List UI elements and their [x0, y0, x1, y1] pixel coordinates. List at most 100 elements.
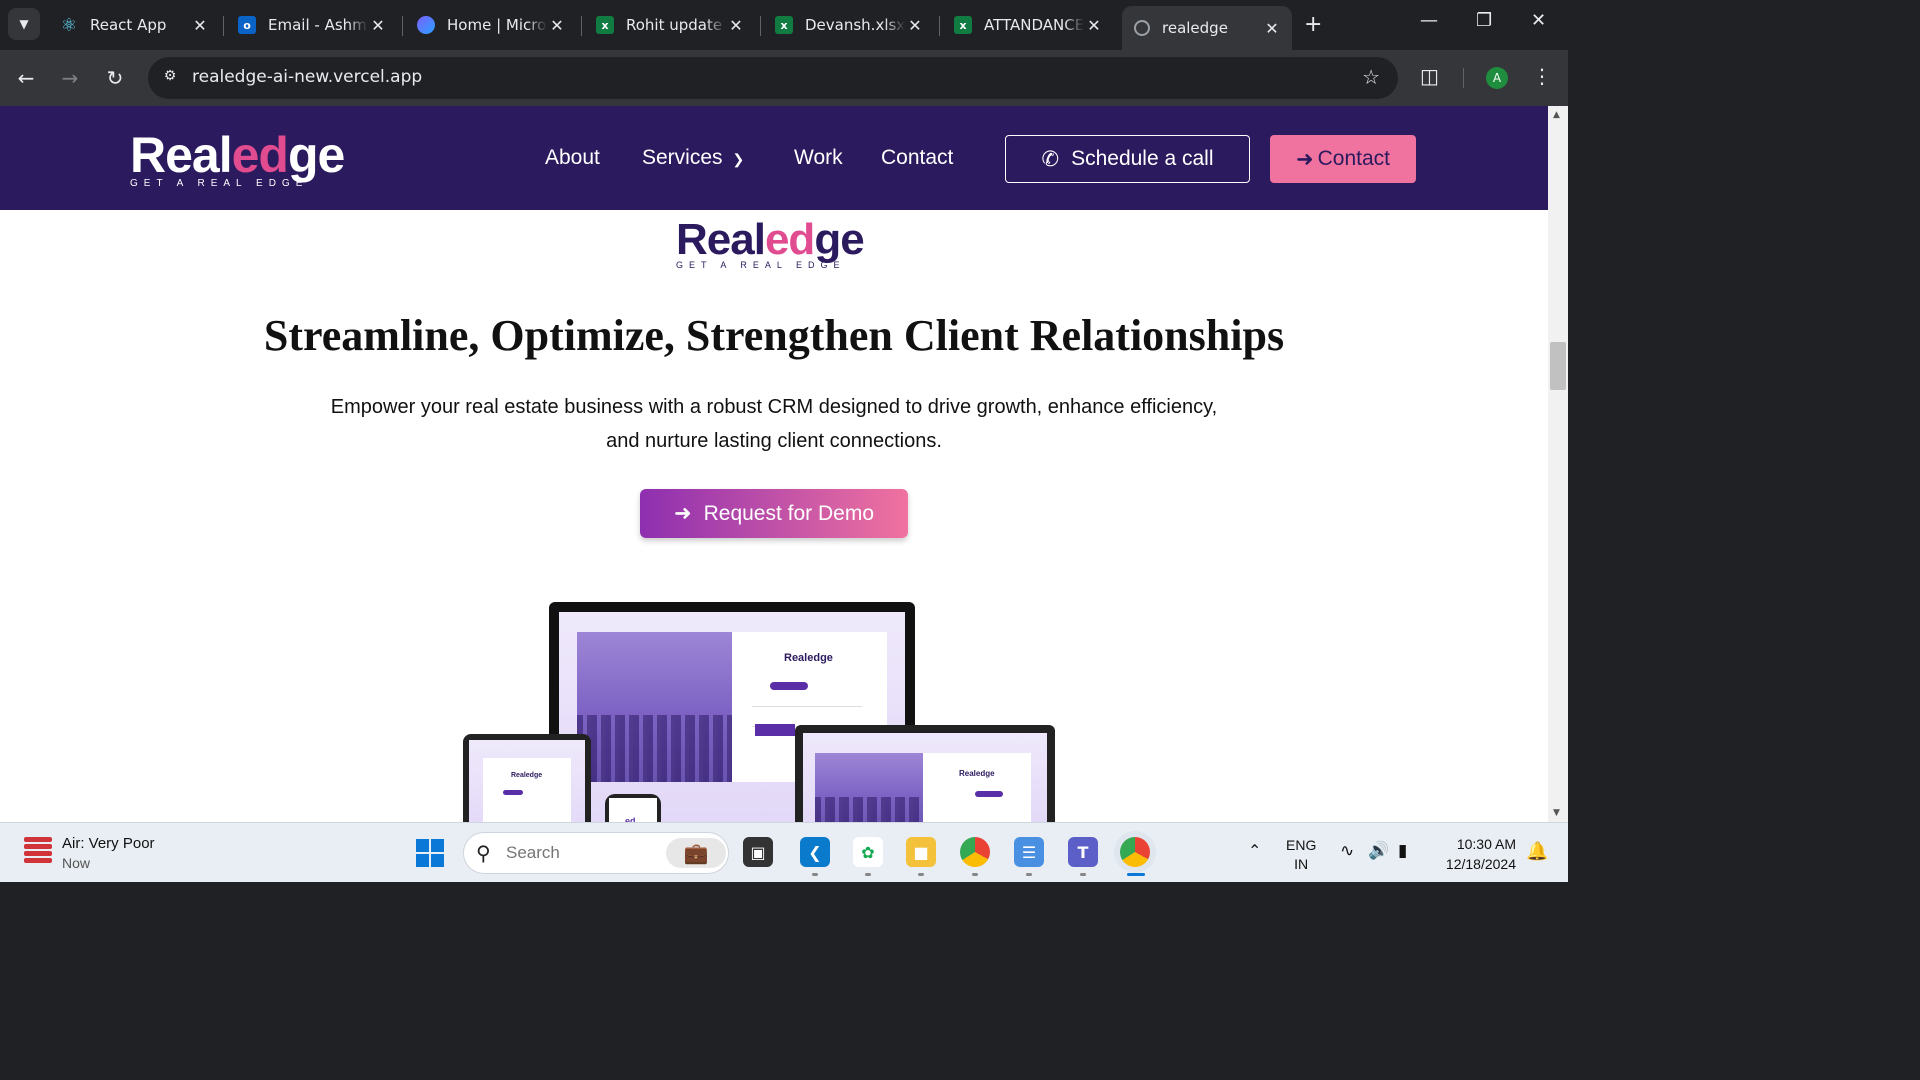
- taskbar-search[interactable]: ⚲ 💼: [463, 832, 729, 874]
- clock-date: 12/18/2024: [1445, 856, 1516, 872]
- restore-button[interactable]: ❐: [1476, 10, 1492, 31]
- minimize-icon: —: [1420, 10, 1438, 31]
- active-indicator: [1127, 873, 1145, 876]
- file-explorer-icon[interactable]: ■: [906, 837, 936, 867]
- tab-realedge[interactable]: realedge ✕: [1122, 6, 1292, 50]
- close-icon[interactable]: ✕: [190, 16, 210, 35]
- nav-work[interactable]: Work: [794, 146, 843, 170]
- forward-button[interactable]: →: [56, 64, 84, 92]
- tab-email[interactable]: o Email - Ashmit ✕: [226, 6, 398, 44]
- arrow-right-icon: →: [61, 66, 79, 90]
- hero-subtext: Empower your real estate business with a…: [330, 396, 1218, 452]
- search-icon: ⚲: [476, 841, 491, 865]
- tab-divider: [581, 16, 582, 36]
- browser-tab-strip: ▼ ⚛ React App ✕ o Email - Ashmit ✕ Home …: [0, 0, 1568, 50]
- schedule-call-button[interactable]: ✆ Schedule a call: [1005, 135, 1250, 183]
- logo-word-accent: ed: [231, 127, 289, 183]
- volume-icon[interactable]: 🔊: [1368, 841, 1389, 861]
- request-demo-button[interactable]: ➜ Request for Demo: [640, 489, 908, 538]
- reload-button[interactable]: ↻: [101, 64, 129, 92]
- mockup-logo: Realedge: [784, 652, 833, 664]
- language-indicator[interactable]: ENG IN: [1286, 836, 1316, 874]
- bookmark-star-icon[interactable]: ☆: [1362, 65, 1380, 89]
- notification-bell-icon[interactable]: 🔔: [1526, 841, 1548, 862]
- city-image: [577, 632, 732, 782]
- briefcase-icon[interactable]: 💼: [666, 838, 726, 868]
- close-icon[interactable]: ✕: [368, 16, 388, 35]
- start-button[interactable]: [416, 839, 444, 867]
- nav-services[interactable]: Services ❯: [642, 146, 744, 170]
- tab-search-button[interactable]: ▼: [8, 8, 40, 40]
- weather-subtitle: Now: [62, 855, 91, 871]
- task-view-icon[interactable]: ▣: [743, 837, 773, 867]
- site-info-icon[interactable]: ⚙: [160, 68, 180, 88]
- close-window-button[interactable]: ✕: [1531, 10, 1546, 31]
- notepad-icon[interactable]: ☰: [1014, 837, 1044, 867]
- login-button-mock: [755, 724, 795, 736]
- vscode-icon[interactable]: ❮: [800, 837, 830, 867]
- tab-devansh-xlsx[interactable]: x Devansh.xlsx ✕: [763, 6, 935, 44]
- laptop-screen: Realedge: [803, 733, 1047, 822]
- tab-title: realedge: [1162, 19, 1228, 37]
- globe-icon: [1134, 20, 1150, 36]
- scroll-thumb[interactable]: [1550, 342, 1566, 390]
- contact-button[interactable]: ➜ Contact: [1270, 135, 1416, 183]
- logo-word-part: ge: [287, 127, 345, 183]
- login-card: Realedge: [923, 753, 1031, 822]
- arrow-left-icon: ←: [17, 66, 35, 90]
- weather-title[interactable]: Air: Very Poor: [62, 835, 155, 852]
- close-icon[interactable]: ✕: [1262, 19, 1282, 38]
- minimize-button[interactable]: —: [1420, 10, 1438, 31]
- tab-attandance[interactable]: x ATTANDANCE ✕: [942, 6, 1114, 44]
- nav-contact[interactable]: Contact: [881, 146, 953, 170]
- teams-icon[interactable]: T: [1068, 837, 1098, 867]
- login-tab: [975, 791, 1003, 797]
- back-button[interactable]: ←: [12, 64, 40, 92]
- tab-title: React App: [90, 16, 167, 34]
- address-bar[interactable]: ⚙ realedge-ai-new.vercel.app ☆: [148, 57, 1398, 99]
- react-icon: ⚛: [60, 14, 78, 36]
- profile-avatar[interactable]: A: [1486, 67, 1508, 89]
- chevron-down-icon: ▼: [19, 17, 29, 31]
- air-quality-icon[interactable]: [24, 837, 52, 867]
- close-icon[interactable]: ✕: [547, 16, 567, 35]
- arrow-right-icon: ➜: [1296, 147, 1314, 171]
- taskbar-search-input[interactable]: [506, 841, 656, 865]
- tab-divider: [402, 16, 403, 36]
- logo-word-accent: ed: [764, 215, 815, 264]
- tab-microsoft-home[interactable]: Home | Micros ✕: [405, 6, 577, 44]
- tab-react-app[interactable]: ⚛ React App ✕: [48, 6, 220, 44]
- taskbar-clock[interactable]: 10:30 AM 12/18/2024: [1436, 834, 1516, 874]
- new-tab-button[interactable]: +: [1304, 12, 1322, 37]
- chrome-icon[interactable]: [960, 837, 990, 867]
- running-indicator: [865, 873, 871, 876]
- close-icon[interactable]: ✕: [1084, 16, 1104, 35]
- tab-rohit-update[interactable]: x Rohit update l ✕: [584, 6, 756, 44]
- clock-time: 10:30 AM: [1456, 836, 1516, 852]
- close-icon[interactable]: ✕: [905, 16, 925, 35]
- nav-about[interactable]: About: [545, 146, 600, 170]
- page-viewport: Realedge GET A REAL EDGE About Services ❯…: [0, 106, 1548, 822]
- page-scrollbar[interactable]: ▲ ▼: [1548, 106, 1568, 822]
- tab-divider: [760, 16, 761, 36]
- battery-icon[interactable]: ▮: [1398, 841, 1407, 861]
- chrome-profile-icon[interactable]: [1120, 837, 1150, 867]
- chevron-up-icon[interactable]: ⌃: [1248, 841, 1261, 860]
- extensions-icon[interactable]: ◫: [1420, 64, 1439, 88]
- tab-title: Devansh.xlsx: [805, 16, 905, 34]
- scroll-up-arrow[interactable]: ▲: [1553, 110, 1560, 120]
- close-icon[interactable]: ✕: [726, 16, 746, 35]
- plus-icon: +: [1304, 12, 1323, 37]
- logo-word-part: Real: [676, 215, 766, 264]
- logo-word-part: Real: [130, 127, 233, 183]
- scroll-down-arrow[interactable]: ▼: [1553, 808, 1560, 818]
- phone-icon: ✆: [1041, 147, 1060, 171]
- outlook-icon: o: [238, 16, 256, 34]
- running-indicator: [1026, 873, 1032, 876]
- site-logo[interactable]: Realedge GET A REAL EDGE: [130, 127, 345, 189]
- mockup-logo: Realedge: [959, 769, 995, 778]
- hero-logo: Realedge GET A REAL EDGE: [676, 215, 865, 271]
- mongodb-icon[interactable]: ✿: [853, 837, 883, 867]
- wifi-icon[interactable]: ∿: [1340, 841, 1354, 861]
- menu-dots-icon[interactable]: ⋮: [1532, 64, 1552, 88]
